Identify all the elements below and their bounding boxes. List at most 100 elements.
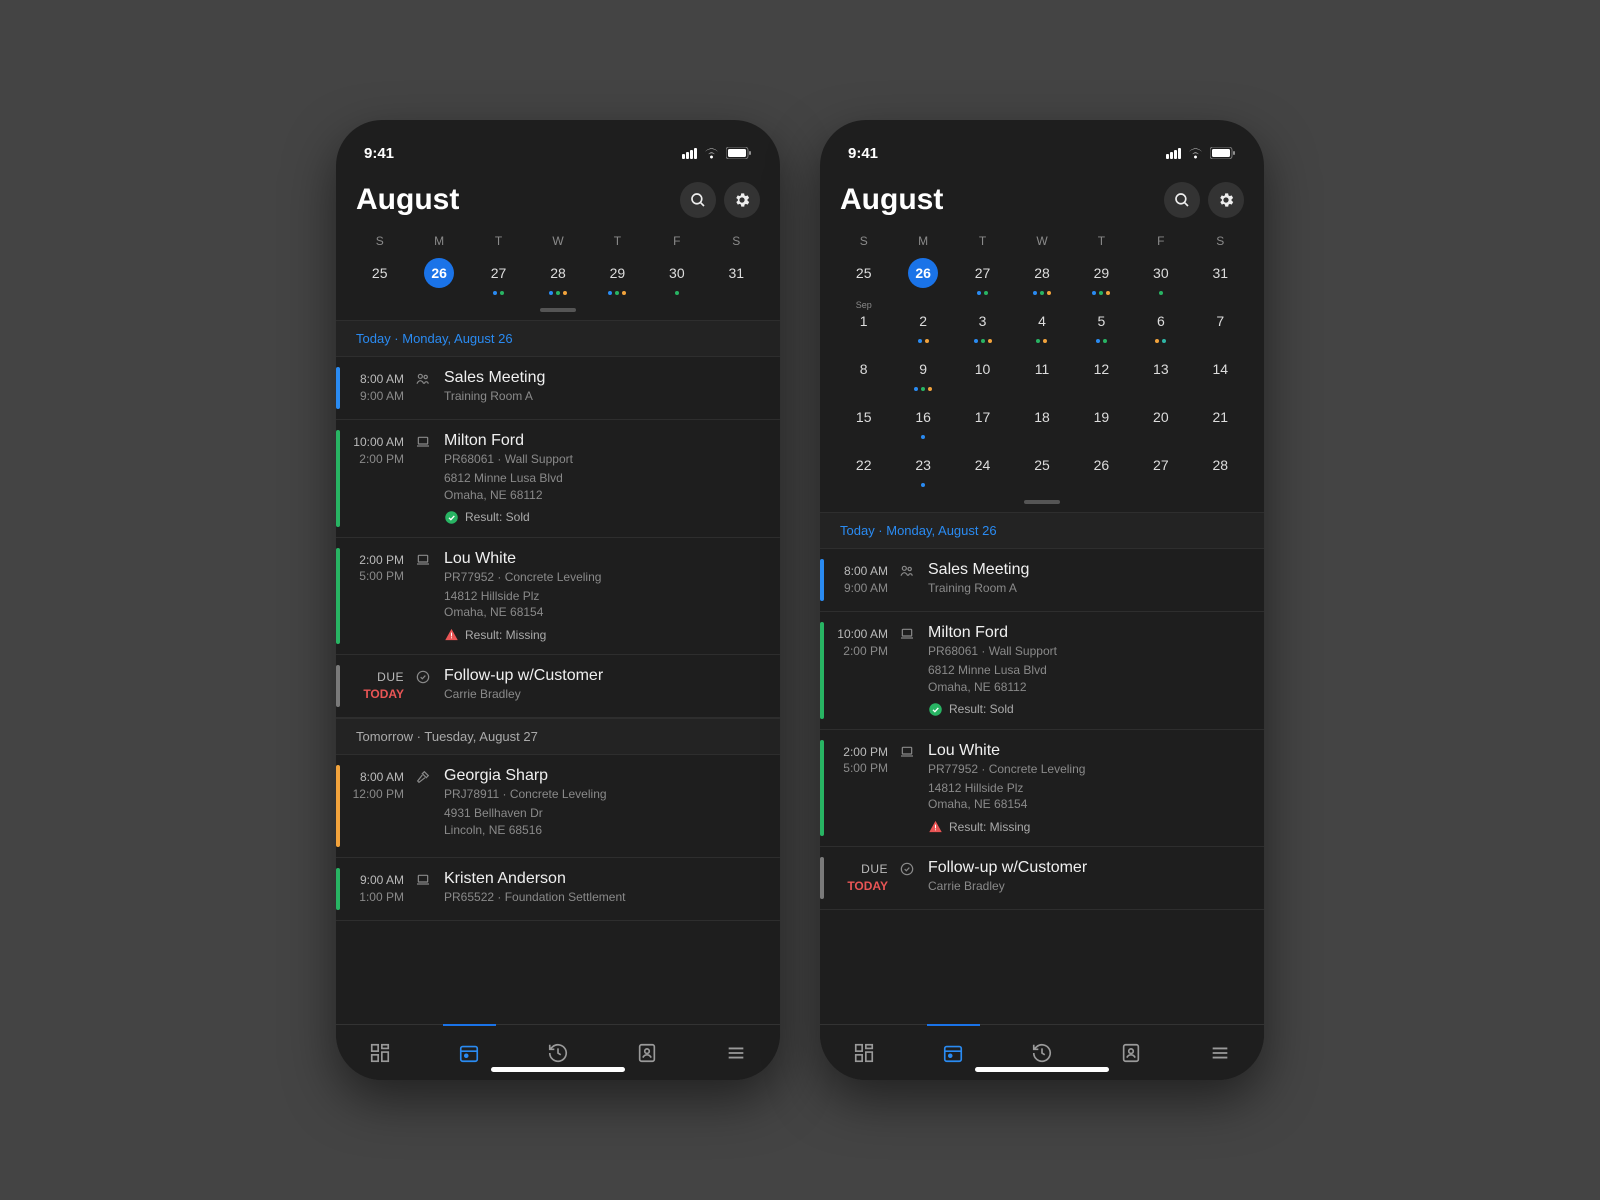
calendar-day[interactable]: 9: [893, 350, 952, 398]
calendar-day[interactable]: 16: [893, 398, 952, 446]
event-dot: [1036, 339, 1040, 343]
tab-dashboard[interactable]: [852, 1041, 876, 1065]
weekday-label: F: [647, 234, 706, 248]
calendar-day[interactable]: 11: [1012, 350, 1071, 398]
end-time: 2:00 PM: [824, 643, 888, 660]
event-row[interactable]: 8:00 AM12:00 PMGeorgia SharpPRJ78911 · C…: [336, 755, 780, 858]
calendar-day[interactable]: 18: [1012, 398, 1071, 446]
home-indicator[interactable]: [491, 1067, 625, 1072]
event-row[interactable]: 8:00 AM9:00 AMSales MeetingTraining Room…: [336, 357, 780, 420]
calendar-day[interactable]: 4: [1012, 302, 1071, 350]
home-indicator[interactable]: [975, 1067, 1109, 1072]
calendar-day[interactable]: 31: [707, 254, 766, 302]
day-number: 18: [1027, 402, 1057, 432]
calendar-day[interactable]: 24: [953, 446, 1012, 494]
tab-calendar[interactable]: [941, 1041, 965, 1065]
calendar-day[interactable]: 26: [893, 254, 952, 302]
agenda-scroll[interactable]: Today · Monday, August 26 8:00 AM9:00 AM…: [336, 320, 780, 1024]
calendar-day[interactable]: 25: [350, 254, 409, 302]
calendar-day[interactable]: 29: [588, 254, 647, 302]
event-row[interactable]: 2:00 PM5:00 PMLou WhitePR77952 · Concret…: [820, 730, 1264, 848]
day-number: 31: [1205, 258, 1235, 288]
day-number: 29: [602, 258, 632, 288]
calendar-day[interactable]: 31: [1191, 254, 1250, 302]
weekday-label: M: [893, 234, 952, 248]
calendar-day[interactable]: 21: [1191, 398, 1250, 446]
calendar-day[interactable]: 17: [953, 398, 1012, 446]
calendar-day[interactable]: 25: [834, 254, 893, 302]
event-dot: [1159, 291, 1163, 295]
event-title: Lou White: [928, 742, 1250, 760]
settings-button[interactable]: [1208, 182, 1244, 218]
calendar-day[interactable]: 29: [1072, 254, 1131, 302]
start-time: 9:00 AM: [340, 872, 404, 889]
end-time: 12:00 PM: [340, 786, 404, 803]
event-row[interactable]: 9:00 AM1:00 PMKristen AndersonPR65522 · …: [336, 858, 780, 921]
event-row[interactable]: DUETODAYFollow-up w/CustomerCarrie Bradl…: [820, 847, 1264, 910]
calendar-day[interactable]: 10: [953, 350, 1012, 398]
start-time: 8:00 AM: [824, 563, 888, 580]
day-number: 20: [1146, 402, 1176, 432]
settings-button[interactable]: [724, 182, 760, 218]
event-type-icon: [412, 432, 434, 525]
status-bar: 9:41: [820, 120, 1264, 168]
calendar-day[interactable]: 30: [1131, 254, 1190, 302]
result-ok-icon: [444, 510, 459, 525]
phone-right: 9:41 August SMTWTFS 25262728293031Sep123…: [820, 120, 1264, 1080]
tab-menu[interactable]: [1208, 1041, 1232, 1065]
due-label: DUE: [824, 861, 888, 878]
calendar-day[interactable]: 8: [834, 350, 893, 398]
tab-contacts[interactable]: [635, 1041, 659, 1065]
calendar-day[interactable]: 27: [469, 254, 528, 302]
calendar-day[interactable]: Sep1: [834, 302, 893, 350]
calendar-day[interactable]: 27: [1131, 446, 1190, 494]
status-indicators: [682, 147, 752, 159]
calendar-day[interactable]: 5: [1072, 302, 1131, 350]
tab-menu[interactable]: [724, 1041, 748, 1065]
calendar-day[interactable]: 15: [834, 398, 893, 446]
calendar-day[interactable]: 27: [953, 254, 1012, 302]
week-strip[interactable]: 25262728 29 3031: [336, 252, 780, 302]
calendar-day[interactable]: 30: [647, 254, 706, 302]
tab-dashboard[interactable]: [368, 1041, 392, 1065]
tab-calendar[interactable]: [457, 1041, 481, 1065]
event-type-icon: [896, 859, 918, 897]
month-grid[interactable]: 25262728293031Sep12345678910111213141516…: [820, 252, 1264, 494]
calendar-day[interactable]: 28: [1191, 446, 1250, 494]
calendar-drag-handle[interactable]: [540, 308, 576, 312]
agenda-scroll[interactable]: Today · Monday, August 26 8:00 AM9:00 AM…: [820, 512, 1264, 1024]
calendar-day[interactable]: 6: [1131, 302, 1190, 350]
event-dot: [914, 387, 918, 391]
calendar-day[interactable]: 28: [528, 254, 587, 302]
calendar-day[interactable]: 26: [409, 254, 468, 302]
calendar-day[interactable]: 7: [1191, 302, 1250, 350]
calendar-day[interactable]: 12: [1072, 350, 1131, 398]
tab-history[interactable]: [546, 1041, 570, 1065]
calendar-day[interactable]: 3: [953, 302, 1012, 350]
event-row[interactable]: 10:00 AM2:00 PMMilton FordPR68061 · Wall…: [820, 612, 1264, 730]
calendar-day[interactable]: 19: [1072, 398, 1131, 446]
search-button[interactable]: [1164, 182, 1200, 218]
calendar-day[interactable]: 20: [1131, 398, 1190, 446]
calendar-day[interactable]: 14: [1191, 350, 1250, 398]
calendar-day[interactable]: 13: [1131, 350, 1190, 398]
calendar-day[interactable]: 23: [893, 446, 952, 494]
tab-contacts[interactable]: [1119, 1041, 1143, 1065]
calendar-day[interactable]: 2: [893, 302, 952, 350]
calendar-day[interactable]: 28: [1012, 254, 1071, 302]
tab-history[interactable]: [1030, 1041, 1054, 1065]
event-row[interactable]: 10:00 AM2:00 PMMilton FordPR68061 · Wall…: [336, 420, 780, 538]
tab-active-indicator: [927, 1024, 980, 1026]
event-dot: [563, 291, 567, 295]
calendar-day[interactable]: 26: [1072, 446, 1131, 494]
calendar-drag-handle[interactable]: [1024, 500, 1060, 504]
status-time: 9:41: [364, 145, 394, 162]
search-button[interactable]: [680, 182, 716, 218]
event-row[interactable]: 8:00 AM9:00 AMSales MeetingTraining Room…: [820, 549, 1264, 612]
event-row[interactable]: 2:00 PM5:00 PMLou WhitePR77952 · Concret…: [336, 538, 780, 656]
event-row[interactable]: DUETODAYFollow-up w/CustomerCarrie Bradl…: [336, 655, 780, 718]
people-icon: [899, 563, 915, 579]
calendar-day[interactable]: 25: [1012, 446, 1071, 494]
calendar-day[interactable]: 22: [834, 446, 893, 494]
event-subtitle: Carrie Bradley: [928, 879, 1250, 893]
